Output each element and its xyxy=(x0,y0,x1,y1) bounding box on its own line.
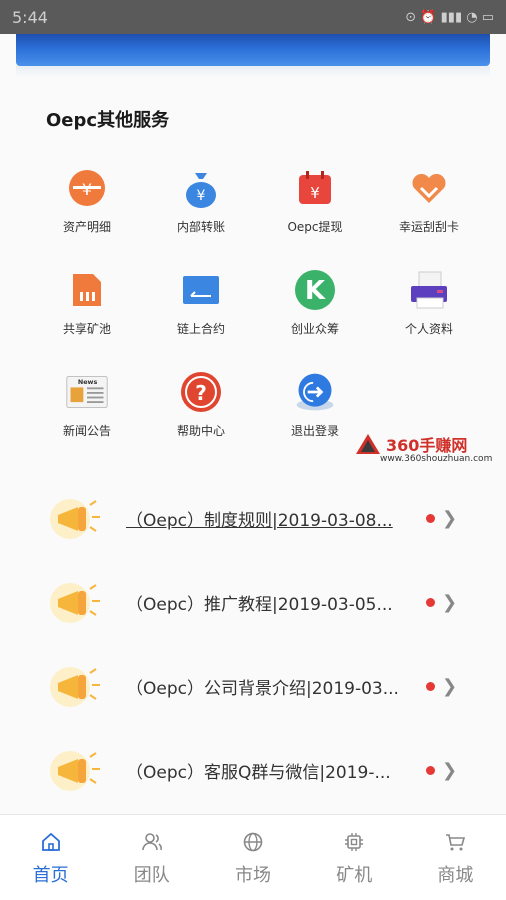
svg-text:News: News xyxy=(78,378,98,386)
logout-icon xyxy=(293,370,337,414)
tab-label: 团队 xyxy=(133,865,170,886)
sim-card-icon xyxy=(65,268,109,312)
unread-dot xyxy=(426,765,435,775)
megaphone-icon xyxy=(50,667,100,707)
svg-text:K: K xyxy=(305,276,326,306)
banner-shadow xyxy=(16,66,490,78)
service-shared-pool[interactable]: 共享矿池 xyxy=(30,268,144,344)
service-label: 新闻公告 xyxy=(62,424,111,438)
service-lucky-card[interactable]: 幸运刮刮卡 xyxy=(372,166,486,242)
home-icon xyxy=(41,832,60,851)
globe-icon xyxy=(243,832,263,852)
service-label: Oepc提现 xyxy=(287,220,343,234)
unread-dot xyxy=(426,597,435,607)
service-help[interactable]: ? 帮助中心 xyxy=(144,370,258,446)
service-news[interactable]: News 新闻公告 xyxy=(30,370,144,446)
service-label: 个人资料 xyxy=(404,322,453,336)
tab-shop[interactable]: 商城 xyxy=(405,815,506,900)
cart-icon xyxy=(446,834,466,851)
news-title: （Oepc）公司背景介绍|2019-03... xyxy=(126,678,399,699)
megaphone-icon xyxy=(50,751,100,791)
unread-dot xyxy=(426,513,435,523)
status-indicator-icons: ⊙ ⏰ ▮▮▮ ◔ ▭ xyxy=(405,9,494,25)
tab-label: 首页 xyxy=(32,865,69,886)
service-label: 内部转账 xyxy=(176,220,225,234)
tab-label: 市场 xyxy=(235,865,271,886)
service-crowdfunding[interactable]: K 创业众筹 xyxy=(258,268,372,344)
help-icon: ? xyxy=(179,370,223,414)
status-bar: 5:44 ⊙ ⏰ ▮▮▮ ◔ ▭ xyxy=(0,0,506,34)
contract-icon xyxy=(179,268,223,312)
k-circle-icon: K xyxy=(293,268,337,312)
megaphone-icon xyxy=(50,583,100,623)
service-chain-contract[interactable]: 链上合约 xyxy=(144,268,258,344)
watermark-logo-icon xyxy=(356,434,380,454)
tab-team[interactable]: 团队 xyxy=(101,815,202,900)
tab-market[interactable]: 市场 xyxy=(202,815,303,900)
news-title: （Oepc）客服Q群与微信|2019-... xyxy=(126,762,391,783)
tab-miner[interactable]: 矿机 xyxy=(304,815,405,900)
service-label: 帮助中心 xyxy=(176,424,225,438)
unread-dot xyxy=(426,681,435,691)
services-grid: ¥ 资产明细 ¥ 内部转账 ¥ Oepc提现 幸运刮刮卡 共享矿池 链上合约 K xyxy=(30,166,486,446)
bottom-tab-bar: 首页 团队 市场 矿机 商城 xyxy=(0,814,506,900)
service-withdraw[interactable]: ¥ Oepc提现 xyxy=(258,166,372,242)
chip-icon xyxy=(345,833,364,851)
money-bag-icon: ¥ xyxy=(179,166,223,210)
news-item[interactable]: （Oepc）制度规则|2019-03-08... ❯ xyxy=(0,476,506,560)
printer-icon xyxy=(407,268,451,312)
tab-home[interactable]: 首页 xyxy=(0,815,101,900)
heart-icon xyxy=(407,166,451,210)
news-title: （Oepc）推广教程|2019-03-05... xyxy=(126,594,393,615)
news-item[interactable]: （Oepc）公司背景介绍|2019-03... ❯ xyxy=(0,644,506,728)
top-banner[interactable] xyxy=(16,34,490,66)
service-profile[interactable]: 个人资料 xyxy=(372,268,486,344)
tab-label: 商城 xyxy=(437,865,474,886)
calendar-yuan-icon: ¥ xyxy=(293,166,337,210)
service-label: 创业众筹 xyxy=(290,322,339,336)
svg-text:¥: ¥ xyxy=(310,184,320,202)
chevron-right-icon: ❯ xyxy=(442,591,458,613)
chevron-right-icon: ❯ xyxy=(442,759,458,781)
chevron-right-icon: ❯ xyxy=(442,675,458,697)
news-list: （Oepc）制度规则|2019-03-08... ❯ （Oepc）推广教程|20… xyxy=(0,476,506,812)
service-label: 链上合约 xyxy=(176,322,225,336)
svg-text:¥: ¥ xyxy=(82,180,92,199)
news-icon: News xyxy=(65,370,109,414)
news-title: （Oepc）制度规则|2019-03-08... xyxy=(126,510,393,531)
service-label: 共享矿池 xyxy=(62,322,111,336)
watermark: 360手赚网 www.360shouzhuan.com xyxy=(354,432,492,464)
service-label: 退出登录 xyxy=(290,424,339,438)
chevron-right-icon: ❯ xyxy=(442,507,458,529)
status-time: 5:44 xyxy=(12,7,48,27)
service-label: 资产明细 xyxy=(62,220,111,234)
service-label: 幸运刮刮卡 xyxy=(398,220,459,234)
megaphone-icon xyxy=(50,499,100,539)
team-icon xyxy=(141,833,162,851)
service-asset-detail[interactable]: ¥ 资产明细 xyxy=(30,166,144,242)
asset-detail-icon: ¥ xyxy=(65,166,109,210)
watermark-url: www.360shouzhuan.com xyxy=(380,454,493,464)
tab-label: 矿机 xyxy=(336,865,373,886)
service-internal-transfer[interactable]: ¥ 内部转账 xyxy=(144,166,258,242)
watermark-brand: 360手赚网 xyxy=(386,436,468,455)
news-item[interactable]: （Oepc）推广教程|2019-03-05... ❯ xyxy=(0,560,506,644)
svg-text:¥: ¥ xyxy=(197,188,206,204)
svg-text:?: ? xyxy=(195,381,207,405)
section-title: Oepc其他服务 xyxy=(46,110,170,131)
status-indicators: ⊙ ⏰ ▮▮▮ ◔ ▭ xyxy=(405,10,494,25)
news-item[interactable]: （Oepc）客服Q群与微信|2019-... ❯ xyxy=(0,728,506,812)
